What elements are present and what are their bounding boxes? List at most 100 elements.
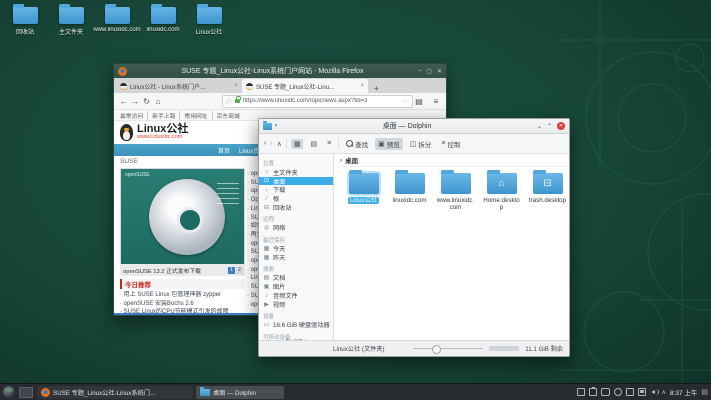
browser-tab[interactable]: Linux公社 - Linux系统门户… × bbox=[116, 79, 242, 93]
file-item[interactable]: www.linuxidc.com bbox=[434, 173, 477, 211]
places-item[interactable]: 设备 bbox=[259, 312, 333, 321]
tray-icon[interactable] bbox=[601, 388, 610, 396]
browser-tab-active[interactable]: SUSE 专题_Linux公社-Linu… × bbox=[242, 79, 368, 93]
zoom-slider[interactable] bbox=[413, 348, 483, 349]
minimize-button[interactable]: – bbox=[418, 68, 421, 75]
tray-icon[interactable] bbox=[626, 388, 634, 396]
place-icon bbox=[263, 224, 270, 231]
view-details-button[interactable]: ≡ bbox=[324, 139, 334, 148]
places-item[interactable]: 16.6 GiB 硬盘驱动器 bbox=[259, 321, 333, 330]
task-button[interactable]: 桌面 — Dolphin bbox=[196, 386, 284, 399]
task-button[interactable]: SUSE 专题_Linux公社-Linux系统门… bbox=[37, 386, 193, 399]
tray-icon[interactable] bbox=[589, 388, 597, 396]
task-label: 桌面 — Dolphin bbox=[213, 388, 256, 397]
back-button[interactable]: ← bbox=[118, 97, 129, 106]
page-actions-icon[interactable]: ⋯ bbox=[403, 98, 409, 105]
article-link[interactable]: · openSUSE 安装Bochs 2.6 bbox=[120, 300, 248, 309]
file-item[interactable]: Linux公社 bbox=[342, 173, 385, 204]
breadcrumb[interactable]: › 桌面 bbox=[334, 154, 569, 167]
new-tab-button[interactable]: + bbox=[374, 84, 379, 93]
reload-button[interactable]: ↻ bbox=[141, 97, 152, 106]
places-item[interactable]: 视频 bbox=[259, 300, 333, 309]
maximize-button[interactable]: ▢ bbox=[426, 68, 432, 75]
promo-caption[interactable]: openSUSE 13.2 正式发布下载 bbox=[123, 266, 201, 275]
places-item[interactable]: 远程 bbox=[259, 215, 333, 224]
place-label: 昨天 bbox=[273, 253, 285, 262]
bookmark-item[interactable]: 京东商城 bbox=[212, 111, 240, 120]
up-button[interactable]: ∧ bbox=[277, 140, 282, 148]
close-button[interactable]: ✕ bbox=[437, 68, 442, 75]
view-compact-button[interactable]: ▤ bbox=[307, 139, 320, 149]
desktop-icon[interactable]: linuxidc.com bbox=[140, 4, 186, 36]
tab-close-icon[interactable]: × bbox=[360, 83, 364, 89]
places-item[interactable]: 主文件夹 bbox=[259, 168, 333, 177]
places-item[interactable]: 下载 bbox=[259, 185, 333, 194]
promo-image[interactable]: openSUSE bbox=[120, 168, 245, 266]
tab-close-icon[interactable]: × bbox=[234, 83, 238, 89]
tray-icon[interactable] bbox=[650, 388, 658, 396]
desktop-icon[interactable]: 主文件夹 bbox=[48, 4, 94, 36]
bookmark-item[interactable]: 常用网址 bbox=[179, 111, 207, 120]
site-nav-item[interactable]: 首页 bbox=[218, 146, 230, 155]
folder-emblem-icon bbox=[349, 173, 379, 194]
places-item[interactable]: 位置 bbox=[259, 159, 333, 168]
split-button[interactable]: ◫拆分 bbox=[407, 138, 435, 150]
menu-icon[interactable]: ≡ bbox=[430, 97, 442, 106]
places-item[interactable]: 文档 bbox=[259, 274, 333, 283]
place-label: 回收站 bbox=[273, 203, 292, 212]
back-button[interactable]: ‹ bbox=[264, 140, 266, 147]
home-button[interactable]: ⌂ bbox=[152, 97, 163, 106]
tray-icon[interactable] bbox=[577, 388, 585, 396]
library-icon[interactable]: ▤ bbox=[413, 97, 425, 106]
minimize-button[interactable]: ⌄ bbox=[537, 123, 542, 130]
bookmark-item[interactable]: 新手上路 bbox=[147, 111, 175, 120]
pager-button[interactable]: 1 bbox=[228, 267, 235, 274]
maximize-button[interactable]: ⌃ bbox=[547, 123, 552, 130]
desktop-icon[interactable]: www.linuxidc.com bbox=[94, 4, 140, 36]
forward-button[interactable]: → bbox=[129, 97, 140, 106]
file-item[interactable]: trash.desktop bbox=[526, 173, 569, 204]
control-button[interactable]: ≡控制 bbox=[438, 138, 463, 150]
application-launcher-icon[interactable] bbox=[3, 386, 15, 398]
places-item[interactable]: 桌面 bbox=[259, 177, 333, 186]
desktop-icon[interactable]: Linux公社 bbox=[186, 4, 232, 36]
places-item[interactable]: 最近保存 bbox=[259, 235, 333, 244]
address-bar[interactable]: ⓘ https://www.linuxidc.com/topicnews.asp… bbox=[222, 95, 413, 108]
forward-button[interactable]: › bbox=[270, 140, 272, 147]
places-item[interactable]: 今天 bbox=[259, 244, 333, 253]
clock[interactable]: 8:37 上午 bbox=[670, 387, 697, 397]
places-item[interactable]: 图片 bbox=[259, 282, 333, 291]
desktop-icon[interactable]: 回收站 bbox=[2, 4, 48, 36]
places-item[interactable]: 网络 bbox=[259, 224, 333, 233]
places-item[interactable]: 根 bbox=[259, 194, 333, 203]
folder-icon bbox=[349, 173, 379, 194]
slider-knob[interactable] bbox=[432, 345, 441, 354]
tray-icon[interactable] bbox=[638, 388, 646, 396]
places-item[interactable]: 音频文件 bbox=[259, 291, 333, 300]
dolphin-titlebar[interactable]: ▪ 桌面 — Dolphin ⌄ ⌃ ✕ bbox=[259, 119, 569, 134]
firefox-titlebar[interactable]: SUSE 专题_Linux公社-Linux系统门户网站 - Mozilla Fi… bbox=[114, 64, 446, 78]
places-panel: 位置 主文件夹 桌面 下载 根 回收站 远程 网络 bbox=[259, 154, 334, 340]
tray-expand-icon[interactable]: ∧ bbox=[662, 389, 666, 396]
bookmark-item[interactable]: 最常访问 bbox=[120, 111, 143, 120]
breadcrumb-current[interactable]: 桌面 bbox=[345, 155, 358, 165]
preview-button[interactable]: ▣预览 bbox=[375, 138, 403, 150]
article-link[interactable]: · 用上 SUSE Linux 包管理神器 zypper bbox=[120, 291, 248, 300]
firefox-icon bbox=[118, 67, 127, 76]
places-item[interactable]: 回收站 bbox=[259, 203, 333, 212]
pager-button[interactable]: 2 bbox=[236, 267, 243, 274]
place-label: 远程 bbox=[263, 215, 274, 223]
promo-brand: openSUSE bbox=[125, 172, 150, 178]
file-item[interactable]: linuxidc.com bbox=[388, 173, 431, 204]
view-icons-button[interactable]: ▦ bbox=[291, 139, 304, 149]
article-link[interactable]: · SUSE Linux的CPU节能模式引发的故障 bbox=[120, 308, 248, 313]
places-item[interactable]: 昨天 bbox=[259, 253, 333, 262]
panel-cashew-icon[interactable]: ▤ bbox=[701, 388, 708, 396]
close-button[interactable]: ✕ bbox=[557, 122, 565, 130]
site-info-icon[interactable]: ⓘ bbox=[226, 97, 232, 106]
tray-icon[interactable] bbox=[614, 388, 622, 396]
virtual-desktop-pager[interactable] bbox=[19, 387, 33, 398]
places-item[interactable]: 搜索 bbox=[259, 265, 333, 274]
find-button[interactable]: 查找 bbox=[343, 138, 371, 150]
file-item[interactable]: Home.desktop bbox=[480, 173, 523, 211]
